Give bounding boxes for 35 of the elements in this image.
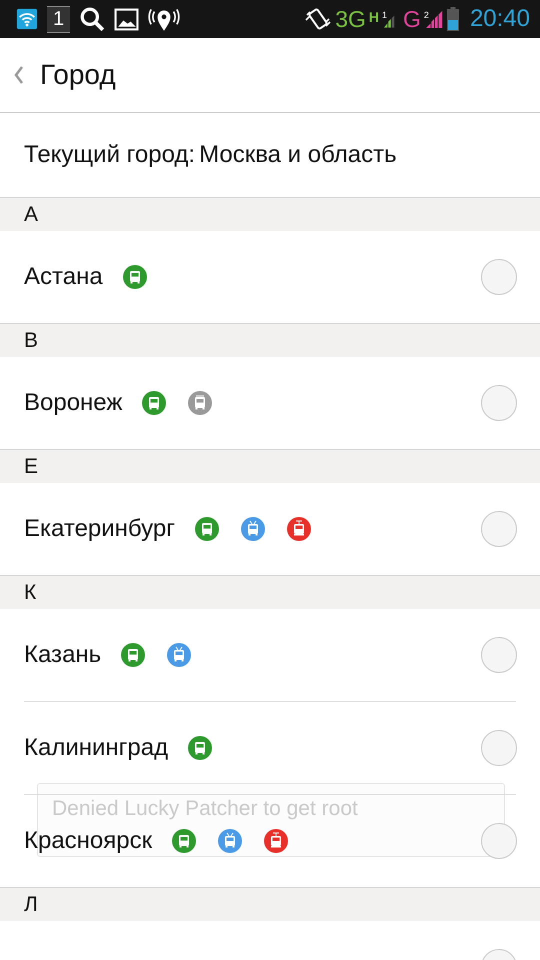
section-header: К	[0, 575, 540, 609]
network-type: G	[403, 6, 421, 32]
radio-button[interactable]	[481, 637, 517, 673]
section-header: Е	[0, 449, 540, 483]
city-name: Екатеринбург	[24, 515, 175, 543]
city-name: Калининград	[24, 734, 168, 762]
section-header: А	[0, 197, 540, 231]
vibrate-icon	[304, 7, 332, 31]
back-icon[interactable]	[14, 66, 24, 84]
city-name: Воронеж	[24, 389, 122, 417]
city-name: Астана	[24, 263, 103, 291]
radio-button[interactable]	[481, 511, 517, 547]
clock: 20:40	[470, 5, 530, 33]
signal-icon	[426, 9, 444, 29]
radio-button[interactable]	[481, 385, 517, 421]
location-icon	[148, 6, 180, 32]
radio-button[interactable]	[481, 259, 517, 295]
sim-number: 1	[382, 10, 388, 20]
search-icon	[79, 6, 106, 32]
section-header: В	[0, 323, 540, 357]
current-city-label: Текущий город:	[24, 141, 196, 169]
page-title: Город	[40, 59, 116, 91]
radio-button[interactable]	[481, 730, 517, 766]
current-city-value: Москва и область	[199, 141, 397, 169]
battery-icon	[446, 7, 459, 31]
city-name: Казань	[24, 641, 102, 669]
image-icon	[114, 6, 140, 32]
radio-button[interactable]	[481, 823, 517, 859]
network-subtype: H	[368, 9, 380, 25]
city-name: Красноярск	[24, 827, 152, 855]
wifi-icon	[16, 8, 38, 30]
section-header: Л	[0, 887, 540, 921]
notification-count: 1	[47, 6, 70, 32]
network-type: 3G	[335, 6, 366, 32]
sim-number: 2	[424, 10, 429, 20]
